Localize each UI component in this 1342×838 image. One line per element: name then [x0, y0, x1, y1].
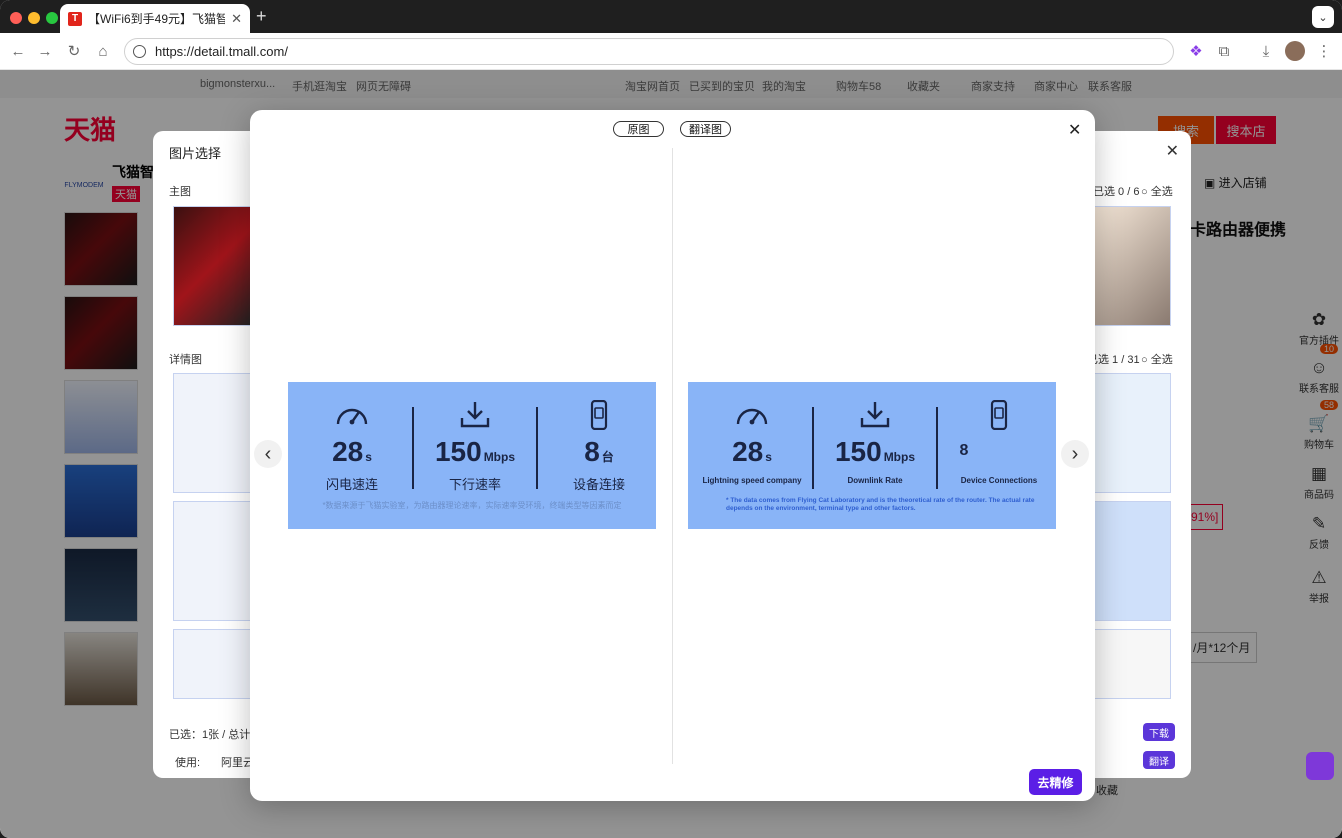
prev-arrow-icon[interactable]: ‹	[254, 440, 282, 468]
translate-button[interactable]: 翻译	[1143, 751, 1175, 769]
compare-divider	[672, 148, 673, 764]
detail-image-card[interactable]	[1093, 373, 1171, 493]
detail-image-card[interactable]	[173, 501, 253, 621]
phone-icon	[590, 400, 608, 430]
detail-image-card[interactable]	[1093, 629, 1171, 699]
feature-speed: 28 s Lightning speed company	[691, 382, 813, 502]
footer-selected-text: 已选：1张 / 总计：	[169, 729, 262, 741]
feature-speed: 28 s 闪电速连	[291, 382, 413, 502]
speedometer-icon	[736, 408, 768, 425]
feature-devices: 8台 设备连接	[538, 382, 656, 502]
url-text: https://detail.tmall.com/	[155, 44, 288, 59]
feature-value: 8	[959, 442, 969, 459]
feature-downlink: 150 Mbps 下行速率	[414, 382, 536, 502]
zoom-window-button[interactable]	[46, 12, 58, 24]
feature-label: Device Connections	[960, 476, 1038, 485]
back-icon[interactable]: ←	[8, 41, 28, 61]
tab-bar: T 【WiFi6到手49元】飞猫智联u8 ✕ + ⌄	[0, 0, 1342, 33]
panel-title: 图片选择	[169, 146, 222, 161]
data-source-note: *数据来源于飞猫实验室，为路由器理论速率，实际速率受环境，终端类型等因素而定	[322, 501, 622, 510]
select-all-main[interactable]: ○ 全选	[1141, 183, 1173, 199]
detail-image-card[interactable]	[173, 629, 253, 699]
tmall-favicon-icon: T	[68, 11, 82, 26]
go-refine-button[interactable]: 去精修	[1029, 769, 1082, 795]
original-image: 28 s 闪电速连 150 Mbps 下行速率 8台 设备连接 *数据来源于飞猫实验…	[288, 382, 656, 529]
feature-label: 下行速率	[448, 477, 501, 492]
browser-toolbar: ← → ↻ ⌂ https://detail.tmall.com/ ❖ ⧉ ⤓ …	[0, 33, 1342, 70]
close-icon[interactable]: ✕	[231, 11, 242, 27]
feature-devices: 8 Device Connections	[938, 382, 1056, 502]
translated-image: 28 s Lightning speed company 150 Mbps Down…	[688, 382, 1056, 529]
extension-icon[interactable]: ❖	[1186, 41, 1206, 61]
feature-label: Lightning speed company	[702, 476, 802, 485]
footer-use-label: 使用:	[175, 757, 201, 769]
section-main-label: 主图	[169, 186, 191, 198]
main-image-card[interactable]	[1093, 206, 1171, 326]
close-icon[interactable]: ✕	[1166, 141, 1179, 161]
select-all-label: 全选	[1150, 354, 1173, 366]
speedometer-icon	[336, 408, 368, 425]
feature-value: 150 Mbps	[434, 436, 516, 467]
select-all-detail[interactable]: ○ 全选	[1141, 351, 1173, 367]
download-icon[interactable]: ⤓	[1256, 41, 1276, 61]
feature-value: 8台	[584, 436, 614, 467]
feature-value: 28 s	[332, 436, 372, 467]
address-bar[interactable]: https://detail.tmall.com/	[124, 38, 1174, 65]
main-image-card[interactable]	[173, 206, 253, 326]
forward-icon[interactable]: →	[35, 41, 55, 61]
feature-label: Downlink Rate	[847, 476, 903, 485]
puzzle-icon[interactable]: ⧉	[1214, 41, 1234, 61]
browser-window: T 【WiFi6到手49元】飞猫智联u8 ✕ + ⌄ ← → ↻ ⌂ https…	[0, 0, 1342, 838]
site-info-icon[interactable]	[133, 45, 146, 58]
menu-icon[interactable]: ⋮	[1314, 41, 1334, 61]
tab-translated[interactable]: 翻译图	[680, 121, 731, 137]
avatar[interactable]	[1285, 41, 1305, 61]
phone-icon	[990, 400, 1008, 430]
feature-label: 设备连接	[572, 477, 625, 492]
section-detail-label: 详情图	[169, 354, 202, 366]
chevron-down-icon[interactable]: ⌄	[1312, 6, 1334, 28]
download-icon	[460, 402, 490, 428]
feature-value: 28 s	[732, 436, 772, 467]
download-button[interactable]: 下载	[1143, 723, 1175, 741]
select-all-label: 全选	[1150, 186, 1173, 198]
close-icon[interactable]: ✕	[1068, 120, 1081, 140]
minimize-window-button[interactable]	[28, 12, 40, 24]
detail-image-card[interactable]	[173, 373, 253, 493]
detail-image-card[interactable]	[1093, 501, 1171, 621]
browser-tab[interactable]: T 【WiFi6到手49元】飞猫智联u8 ✕	[60, 4, 250, 33]
next-arrow-icon[interactable]: ›	[1061, 440, 1089, 468]
new-tab-icon[interactable]: +	[256, 6, 267, 27]
close-window-button[interactable]	[10, 12, 22, 24]
reload-icon[interactable]: ↻	[64, 41, 84, 61]
assistant-floating-icon[interactable]	[1306, 752, 1334, 780]
home-icon[interactable]: ⌂	[93, 41, 113, 61]
image-compare-viewer: 原图 翻译图 ✕ 28 s 闪电速连 150 Mbps 下行速率 8台 设备连接 *…	[250, 110, 1095, 801]
download-icon	[860, 402, 890, 428]
tab-original[interactable]: 原图	[613, 121, 664, 137]
feature-label: 闪电速连	[325, 477, 378, 492]
main-selected-count: 已选 0 / 6	[1093, 186, 1140, 198]
tab-title: 【WiFi6到手49元】飞猫智联u8	[88, 12, 226, 26]
data-source-note: * The data comes from Flying Cat Laborat…	[726, 497, 1035, 512]
